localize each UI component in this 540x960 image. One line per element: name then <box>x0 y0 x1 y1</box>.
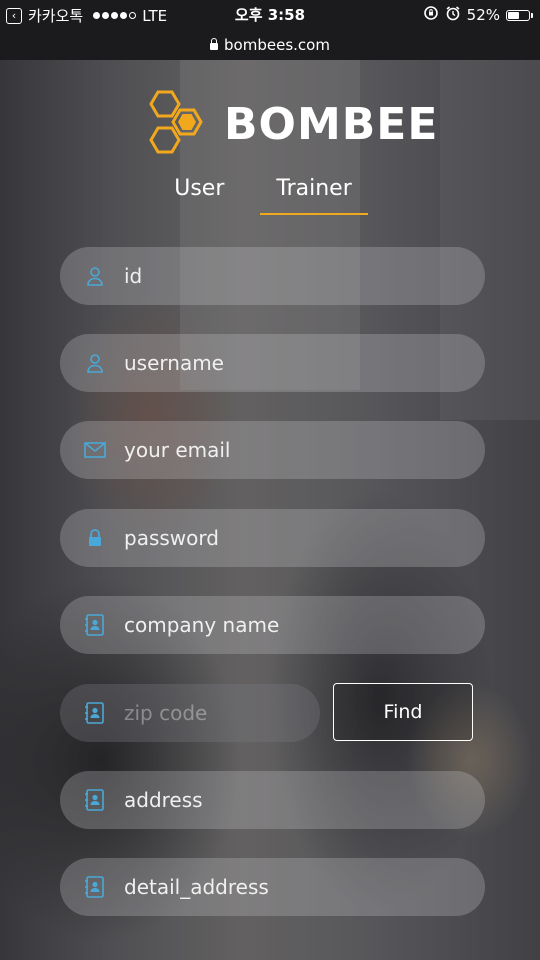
zip-code-field[interactable] <box>60 684 320 742</box>
email-input[interactable] <box>124 438 424 462</box>
status-right: 52% <box>423 5 533 25</box>
address-book-icon <box>84 614 106 636</box>
secure-lock-icon <box>210 38 219 50</box>
address-book-icon <box>84 702 106 724</box>
username-field[interactable] <box>60 334 485 392</box>
brand-name: BOMBEE <box>224 98 439 150</box>
lock-icon <box>84 527 106 549</box>
honeycomb-logo-icon <box>149 90 203 154</box>
battery-icon <box>506 9 533 21</box>
address-field[interactable] <box>60 771 485 829</box>
username-input[interactable] <box>124 351 424 375</box>
alarm-icon <box>445 5 461 25</box>
address-input[interactable] <box>124 788 424 812</box>
battery-percent: 52% <box>466 6 500 24</box>
find-zip-button[interactable]: Find <box>333 683 473 741</box>
url-bar[interactable]: bombees.com <box>0 30 540 60</box>
id-input[interactable] <box>124 264 424 288</box>
envelope-icon <box>84 439 106 461</box>
detail-address-field[interactable] <box>60 858 485 916</box>
user-icon <box>84 265 106 287</box>
email-field[interactable] <box>60 421 485 479</box>
password-input[interactable] <box>124 526 424 550</box>
detail-address-input[interactable] <box>124 875 424 899</box>
id-field[interactable] <box>60 247 485 305</box>
zip-code-input[interactable] <box>124 701 304 725</box>
status-bar: ‹ 카카오톡 LTE 오후 3:58 52% <box>0 0 540 30</box>
tab-user[interactable]: User <box>172 176 226 215</box>
role-tabs: User Trainer <box>0 176 540 215</box>
brand-logo: BOMBEE <box>138 88 438 160</box>
address-book-icon <box>84 789 106 811</box>
password-field[interactable] <box>60 509 485 567</box>
address-book-icon <box>84 876 106 898</box>
tab-trainer[interactable]: Trainer <box>260 176 368 215</box>
user-icon <box>84 352 106 374</box>
rotation-lock-icon <box>423 5 439 25</box>
url-text[interactable]: bombees.com <box>224 36 330 54</box>
company-name-input[interactable] <box>124 613 424 637</box>
company-name-field[interactable] <box>60 596 485 654</box>
